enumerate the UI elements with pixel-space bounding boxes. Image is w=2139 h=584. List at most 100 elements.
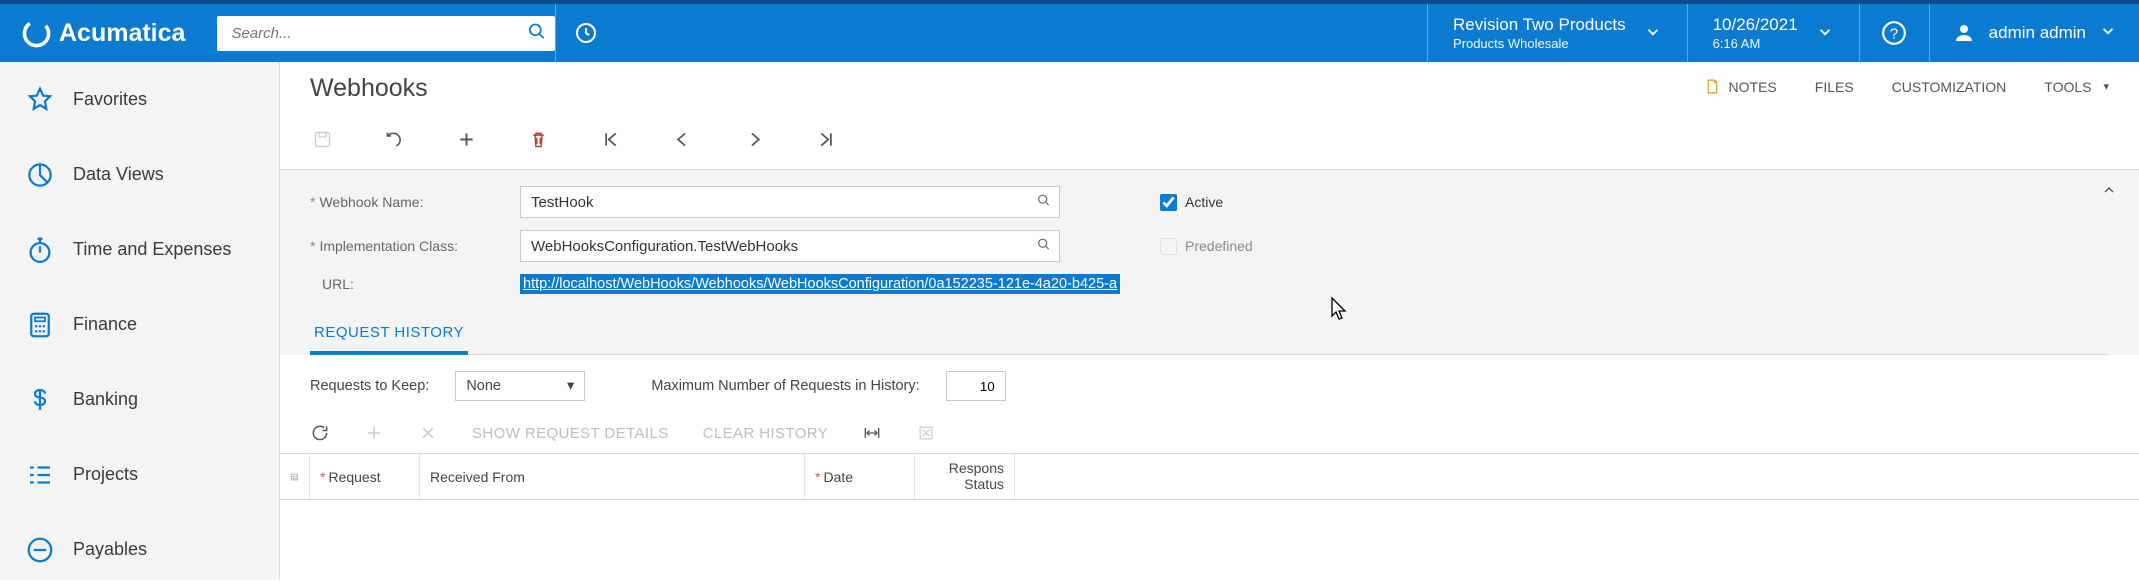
minus-circle-icon — [25, 535, 55, 565]
files-link[interactable]: FILES — [1815, 79, 1854, 95]
implementation-class-label: *Implementation Class: — [310, 238, 520, 254]
requests-to-keep-label: Requests to Keep: — [310, 378, 429, 394]
predefined-checkbox-row: Predefined — [1120, 238, 2109, 255]
company-sub: Products Wholesale — [1453, 36, 1626, 52]
col-date[interactable]: *Date — [805, 454, 915, 499]
active-label: Active — [1185, 194, 1223, 210]
collapse-panel-button[interactable] — [2101, 182, 2117, 201]
form-panel: *Webhook Name: Active *Implementation Cl… — [280, 169, 2139, 500]
webhook-name-field[interactable] — [520, 186, 1060, 218]
star-icon — [25, 85, 55, 115]
search-box[interactable] — [217, 16, 555, 51]
sidebar-item-label: Payables — [73, 539, 147, 560]
brand-name: Acumatica — [59, 19, 185, 48]
save-button — [310, 127, 334, 151]
sidebar-item-projects[interactable]: Projects — [0, 437, 279, 512]
caret-down-icon: ▾ — [567, 378, 574, 394]
predefined-checkbox — [1160, 238, 1177, 255]
col-received-from[interactable]: Received From — [420, 454, 805, 499]
sidebar: Favorites Data Views Time and Expenses F… — [0, 62, 280, 580]
max-requests-label: Maximum Number of Requests in History: — [651, 378, 919, 394]
acumatica-icon — [22, 19, 51, 48]
record-toolbar — [280, 103, 2139, 169]
history-button[interactable] — [555, 4, 615, 62]
clear-history-button: CLEAR HISTORY — [703, 425, 829, 442]
sidebar-item-label: Projects — [73, 464, 138, 485]
company-name: Revision Two Products — [1453, 14, 1626, 35]
sidebar-item-banking[interactable]: Banking — [0, 362, 279, 437]
webhook-name-label: *Webhook Name: — [310, 194, 520, 210]
grid-toolbar: SHOW REQUEST DETAILS CLEAR HISTORY — [280, 413, 2139, 454]
business-date: 10/26/2021 — [1713, 14, 1798, 35]
sidebar-item-label: Time and Expenses — [73, 239, 231, 260]
url-label: URL: — [310, 276, 520, 292]
implementation-class-input[interactable] — [520, 230, 1060, 262]
sidebar-item-favorites[interactable]: Favorites — [0, 62, 279, 137]
calculator-icon — [25, 310, 55, 340]
delete-row-button — [418, 423, 438, 443]
fit-columns-button[interactable] — [862, 423, 882, 443]
company-selector[interactable]: Revision Two Products Products Wholesale — [1427, 4, 1687, 62]
sidebar-item-time-expenses[interactable]: Time and Expenses — [0, 212, 279, 287]
add-button[interactable] — [454, 127, 478, 151]
svg-text:?: ? — [1890, 25, 1898, 42]
add-row-button — [364, 423, 384, 443]
chevron-down-icon — [1644, 23, 1662, 44]
tabs: REQUEST HISTORY — [280, 294, 2139, 355]
search-input[interactable] — [217, 25, 555, 42]
search-wrap — [207, 4, 555, 62]
caret-down-icon: ▾ — [2103, 80, 2109, 93]
undo-button[interactable] — [382, 127, 406, 151]
webhook-name-input[interactable] — [520, 186, 1060, 218]
customization-link[interactable]: CUSTOMIZATION — [1892, 79, 2007, 95]
sidebar-item-finance[interactable]: Finance — [0, 287, 279, 362]
export-button — [916, 423, 936, 443]
chevron-down-icon — [1816, 23, 1834, 44]
sidebar-item-label: Data Views — [73, 164, 164, 185]
col-response-status[interactable]: ResponsStatus — [915, 454, 1015, 499]
business-date-selector[interactable]: 10/26/2021 6:16 AM — [1687, 4, 1859, 62]
predefined-label: Predefined — [1185, 238, 1253, 254]
sidebar-item-label: Favorites — [73, 89, 147, 110]
active-checkbox[interactable] — [1160, 194, 1177, 211]
lookup-icon[interactable] — [1036, 237, 1052, 256]
sidebar-item-label: Banking — [73, 389, 138, 410]
tools-menu[interactable]: TOOLS▾ — [2044, 79, 2109, 95]
note-icon — [1704, 78, 1721, 95]
max-requests-input[interactable] — [946, 371, 1006, 401]
grid-header: *Request Received From *Date ResponsStat… — [280, 454, 2139, 500]
prev-record-button[interactable] — [670, 127, 694, 151]
lookup-icon[interactable] — [1036, 193, 1052, 212]
column-selector-button[interactable] — [280, 454, 310, 499]
dollar-icon — [25, 385, 55, 415]
sidebar-item-payables[interactable]: Payables — [0, 512, 279, 584]
help-button[interactable]: ? — [1859, 4, 1929, 62]
next-record-button[interactable] — [742, 127, 766, 151]
requests-to-keep-select[interactable]: None ▾ — [455, 371, 585, 401]
delete-button[interactable] — [526, 127, 550, 151]
sidebar-item-data-views[interactable]: Data Views — [0, 137, 279, 212]
brand-logo[interactable]: Acumatica — [0, 4, 207, 62]
topbar: Acumatica Revision Two Products Products… — [0, 4, 2139, 62]
refresh-grid-button[interactable] — [310, 423, 330, 443]
stopwatch-icon — [25, 235, 55, 265]
tab-request-history[interactable]: REQUEST HISTORY — [310, 314, 468, 355]
notes-link[interactable]: NOTES — [1704, 78, 1777, 95]
user-menu[interactable]: admin admin — [1929, 4, 2139, 62]
search-icon[interactable] — [527, 22, 547, 45]
last-record-button[interactable] — [814, 127, 838, 151]
implementation-class-field[interactable] — [520, 230, 1060, 262]
history-controls: Requests to Keep: None ▾ Maximum Number … — [280, 355, 2139, 413]
chevron-down-icon — [2099, 22, 2117, 45]
show-request-details-button: SHOW REQUEST DETAILS — [472, 425, 669, 442]
pie-icon — [25, 160, 55, 190]
url-value[interactable]: http://localhost/WebHooks/Webhooks/WebHo… — [520, 274, 1260, 294]
active-checkbox-row[interactable]: Active — [1120, 194, 2109, 211]
content: Webhooks NOTES FILES CUSTOMIZATION TOOLS… — [280, 62, 2139, 580]
business-time: 6:16 AM — [1713, 36, 1798, 52]
first-record-button[interactable] — [598, 127, 622, 151]
user-name: admin admin — [1989, 23, 2086, 43]
tasks-icon — [25, 460, 55, 490]
col-request[interactable]: *Request — [310, 454, 420, 499]
page-title: Webhooks — [310, 74, 428, 103]
